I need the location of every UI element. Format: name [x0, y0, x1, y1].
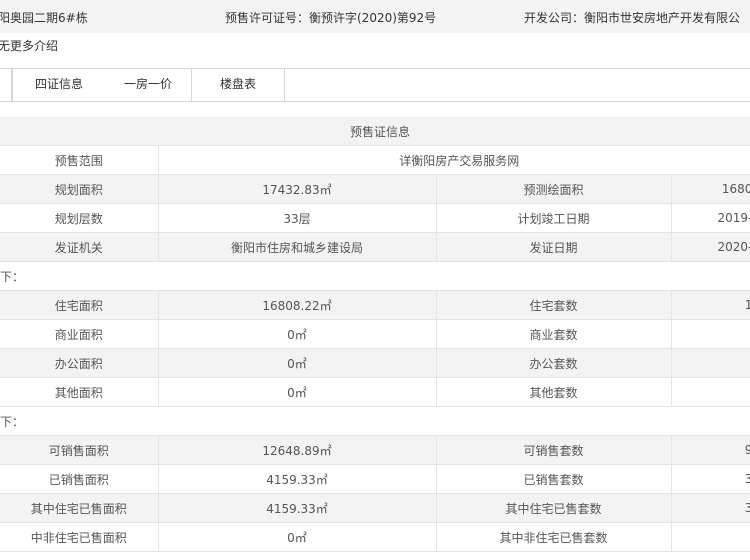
- row-value: 33: [671, 493, 750, 523]
- row-value: 0: [671, 522, 750, 552]
- subhead-row: 下：: [0, 261, 750, 291]
- table-row: 可销售面积 12648.89㎡ 可销售套数 99: [0, 435, 750, 465]
- row-value: 0: [671, 377, 750, 407]
- sales-subheading: 下：: [0, 406, 750, 436]
- row-value: 99: [671, 435, 750, 465]
- row-value: 0: [671, 319, 750, 349]
- row-label: 住宅面积: [0, 290, 159, 320]
- area-subheading: 下：: [0, 261, 750, 291]
- row-value: 12648.89㎡: [158, 435, 437, 465]
- project-header-bar: 阳奥园二期6#栋 预售许可证号：衡预许字(2020)第92号 开发公司：衡阳市世…: [0, 0, 750, 33]
- row-label: 其中住宅已售套数: [436, 493, 672, 523]
- row-label: 办公套数: [436, 348, 672, 378]
- table-row: 规划层数 33层 计划竣工日期 2019-1: [0, 203, 750, 233]
- table-row: 规划面积 17432.83㎡ 预测绘面积 16808: [0, 174, 750, 204]
- section-title: 预售证信息: [0, 117, 750, 146]
- row-value: 17432.83㎡: [158, 174, 437, 204]
- table-row: 其他面积 0㎡ 其他套数 0: [0, 377, 750, 407]
- row-label: 其中非住宅已售套数: [436, 522, 672, 552]
- table-row: 已销售面积 4159.33㎡ 已销售套数 33: [0, 464, 750, 494]
- row-value: 0㎡: [158, 319, 437, 349]
- more-intro-link[interactable]: 无更多介绍: [0, 37, 58, 54]
- row-label: 已销售套数: [436, 464, 672, 494]
- row-label: 计划竣工日期: [436, 203, 672, 233]
- row-label: 商业面积: [0, 319, 159, 349]
- table-row: 办公面积 0㎡ 办公套数 0: [0, 348, 750, 378]
- row-label: 预测绘面积: [436, 174, 672, 204]
- row-label: 规划层数: [0, 203, 159, 233]
- row-value: 33层: [158, 203, 437, 233]
- row-label: 发证日期: [436, 232, 672, 262]
- row-value: 衡阳市住房和城乡建设局: [158, 232, 437, 262]
- tab-bar: 四证信息 一房一价 楼盘表: [0, 69, 750, 102]
- table-row: 其中住宅已售面积 4159.33㎡ 其中住宅已售套数 33: [0, 493, 750, 523]
- row-label: 其他套数: [436, 377, 672, 407]
- presale-info-table: 预售证信息 预售范围 详衡阳房产交易服务网 规划面积 17432.83㎡ 预测绘…: [0, 117, 750, 552]
- row-value: 16808: [671, 174, 750, 204]
- row-value: 4159.33㎡: [158, 464, 437, 494]
- row-label: 已销售面积: [0, 464, 159, 494]
- row-label: 其中住宅已售面积: [0, 493, 159, 523]
- row-label: 规划面积: [0, 174, 159, 204]
- row-value: 33: [671, 464, 750, 494]
- row-value: 13: [671, 290, 750, 320]
- row-value: 0㎡: [158, 522, 437, 552]
- row-value: 16808.22㎡: [158, 290, 437, 320]
- row-label: 其他面积: [0, 377, 159, 407]
- row-label: 商业套数: [436, 319, 672, 349]
- row-value: 详衡阳房产交易服务网: [158, 145, 750, 175]
- row-label: 预售范围: [0, 145, 159, 175]
- tab-building-table[interactable]: 楼盘表: [192, 69, 285, 101]
- row-value: 0: [671, 348, 750, 378]
- presale-permit-number: 预售许可证号：衡预许字(2020)第92号: [225, 11, 437, 25]
- table-row: 预售范围 详衡阳房产交易服务网: [0, 145, 750, 175]
- row-value: 2020-0: [671, 232, 750, 262]
- table-row: 中非住宅已售面积 0㎡ 其中非住宅已售套数 0: [0, 522, 750, 552]
- row-label: 中非住宅已售面积: [0, 522, 159, 552]
- row-label: 住宅套数: [436, 290, 672, 320]
- tab-hidden-left[interactable]: [0, 69, 12, 101]
- tab-four-certificates[interactable]: 四证信息: [12, 69, 106, 101]
- subhead-row: 下：: [0, 406, 750, 436]
- row-value: 0㎡: [158, 348, 437, 378]
- section-title-row: 预售证信息: [0, 117, 750, 146]
- tab-price-per-unit[interactable]: 一房一价: [105, 69, 192, 101]
- table-row: 发证机关 衡阳市住房和城乡建设局 发证日期 2020-0: [0, 232, 750, 262]
- row-label: 可销售套数: [436, 435, 672, 465]
- row-label: 可销售面积: [0, 435, 159, 465]
- row-value: 2019-1: [671, 203, 750, 233]
- row-label: 办公面积: [0, 348, 159, 378]
- row-label: 发证机关: [0, 232, 159, 262]
- table-row: 住宅面积 16808.22㎡ 住宅套数 13: [0, 290, 750, 320]
- row-value: 4159.33㎡: [158, 493, 437, 523]
- row-value: 0㎡: [158, 377, 437, 407]
- developer-name: 开发公司：衡阳市世安房地产开发有限公: [524, 11, 741, 25]
- table-row: 商业面积 0㎡ 商业套数 0: [0, 319, 750, 349]
- building-name: 阳奥园二期6#栋: [0, 11, 88, 25]
